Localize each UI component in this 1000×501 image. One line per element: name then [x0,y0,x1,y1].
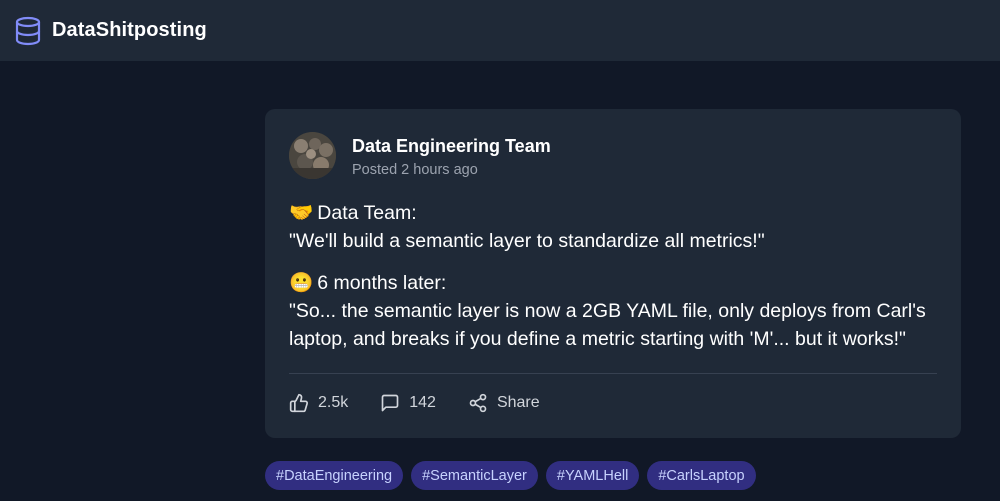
like-count: 2.5k [318,394,349,411]
post-timestamp: Posted 2 hours ago [352,162,478,178]
post-paragraph: 😬 6 months later: "So... the semantic lay… [289,269,949,353]
share-label: Share [496,394,540,411]
tag-semantic-layer[interactable]: #SemanticLayer [411,461,538,490]
avatar[interactable] [289,132,336,179]
post-paragraph: 🤝 Data Team: "We'll build a semantic laye… [289,199,949,255]
post-actions: 2.5k 142 Share [289,389,572,417]
paragraph-heading: 6 months later: [317,272,447,294]
grimace-emoji: 😬 [289,271,314,294]
paragraph-quote-line: laptop, and breaks if you define a metri… [289,328,906,350]
paragraph-quote-line: "So... the semantic layer is now a 2GB Y… [289,300,926,322]
comment-button[interactable]: 142 [380,393,436,413]
brand-name[interactable]: DataShitposting [52,19,207,42]
paragraph-heading: Data Team: [317,202,417,224]
thumbs-up-icon [289,393,308,413]
like-button[interactable]: 2.5k [289,393,348,413]
post-card: Data Engineering Team Posted 2 hours ago… [265,109,961,438]
post-content: 🤝 Data Team: "We'll build a semantic laye… [289,199,949,367]
comment-icon [381,394,399,412]
divider [289,373,937,374]
database-icon[interactable] [14,16,42,46]
share-icon [469,393,487,413]
tag-list: #DataEngineering #SemanticLayer #YAMLHel… [265,461,764,490]
top-navbar: DataShitposting [0,0,1000,61]
tag-carls-laptop[interactable]: #CarlsLaptop [647,461,756,490]
author-name[interactable]: Data Engineering Team [352,136,551,157]
paragraph-quote: "We'll build a semantic layer to standar… [289,230,765,252]
share-button[interactable]: Share [468,393,540,413]
handshake-emoji: 🤝 [289,201,314,224]
comment-count: 142 [409,394,436,411]
tag-data-engineering[interactable]: #DataEngineering [265,461,404,490]
tag-yaml-hell[interactable]: #YAMLHell [545,461,640,490]
